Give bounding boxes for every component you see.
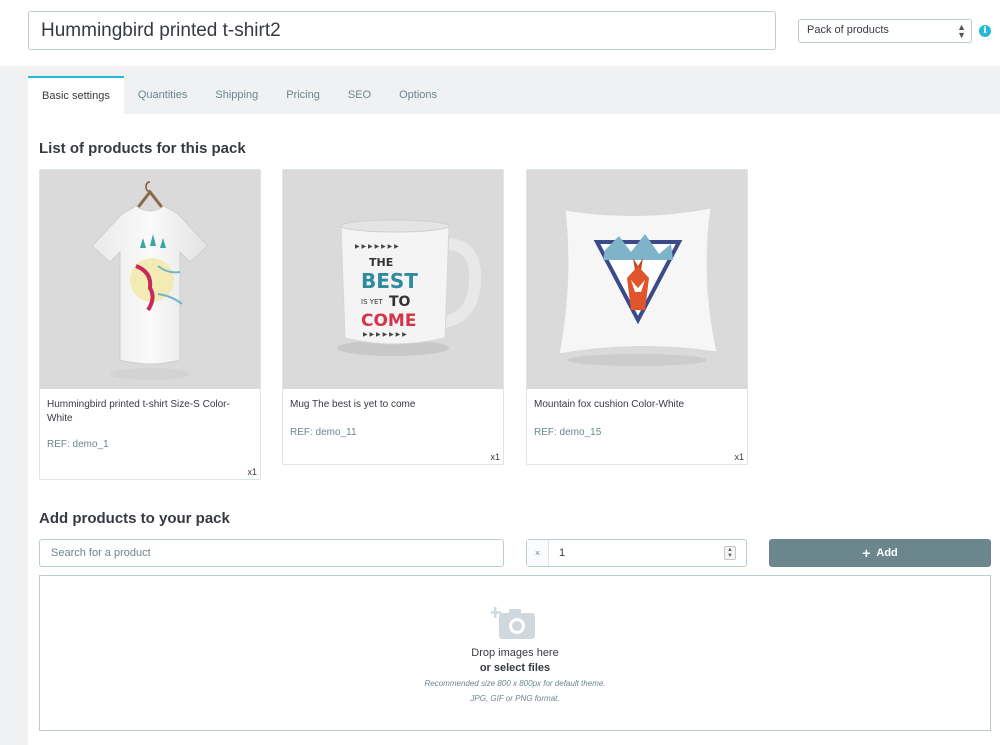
svg-text:▶ ▶ ▶ ▶ ▶ ▶ ▶: ▶ ▶ ▶ ▶ ▶ ▶ ▶: [355, 243, 399, 250]
tab-quantities[interactable]: Quantities: [124, 76, 202, 114]
quantity-stepper: × ▲▼: [526, 539, 747, 567]
dropzone-hint-size: Recommended size 800 x 800px for default…: [424, 679, 606, 688]
dropzone-title: Drop images here: [471, 647, 559, 659]
add-product-button[interactable]: + Add: [769, 539, 991, 567]
dropzone-hint-format: JPG, GIF or PNG format.: [470, 694, 560, 703]
quantity-input[interactable]: [549, 541, 724, 565]
product-ref: REF: demo_11: [290, 427, 357, 438]
product-name: Mountain fox cushion Color-White: [534, 399, 685, 410]
mug-text-come: COME: [361, 311, 416, 331]
pack-product-card[interactable]: Mountain fox cushion Color-White REF: de…: [526, 169, 748, 465]
tab-shipping[interactable]: Shipping: [201, 76, 272, 114]
select-files-link[interactable]: or select files: [40, 662, 990, 674]
product-name: Hummingbird printed t-shirt Size-S Color…: [47, 399, 230, 424]
mug-text-the: THE: [369, 256, 393, 269]
product-type-value: Pack of products: [807, 24, 889, 36]
tab-seo[interactable]: SEO: [334, 76, 385, 114]
product-tabs: Basic settings Quantities Shipping Prici…: [28, 76, 451, 114]
plus-icon: +: [862, 545, 871, 561]
product-qty: x1: [247, 467, 257, 477]
mug-text-best: BEST: [361, 269, 418, 293]
svg-text:▶ ▶ ▶ ▶ ▶ ▶ ▶: ▶ ▶ ▶ ▶ ▶ ▶ ▶: [363, 331, 407, 338]
product-ref: REF: demo_1: [47, 439, 109, 450]
tshirt-image: [40, 170, 260, 389]
product-qty: x1: [734, 452, 744, 462]
mug-image: ▶ ▶ ▶ ▶ ▶ ▶ ▶ THE BEST IS YET TO COME ▶ …: [283, 170, 503, 389]
product-type-select[interactable]: Pack of products ▲ ▼: [798, 19, 972, 43]
tab-basic-settings[interactable]: Basic settings: [28, 76, 124, 114]
product-ref: REF: demo_15: [534, 427, 602, 438]
add-products-title: Add products to your pack: [39, 510, 230, 527]
product-name-input[interactable]: [28, 11, 776, 50]
add-button-label: Add: [876, 547, 898, 559]
pack-list-title: List of products for this pack: [39, 140, 246, 157]
info-icon[interactable]: i: [979, 25, 991, 37]
cushion-image: [527, 170, 747, 389]
pack-product-card[interactable]: Hummingbird printed t-shirt Size-S Color…: [39, 169, 261, 480]
mug-text-to: TO: [389, 294, 411, 310]
product-name: Mug The best is yet to come: [290, 399, 416, 410]
times-icon: ×: [527, 540, 549, 566]
quantity-spinner[interactable]: ▲ ▼: [724, 546, 736, 560]
product-header: Pack of products ▲▼ i: [0, 0, 1000, 66]
camera-plus-icon: [491, 607, 535, 639]
mug-text-isyet: IS YET: [361, 298, 383, 306]
product-search-input[interactable]: [39, 539, 504, 567]
select-arrows-icon: ▲ ▼: [957, 22, 966, 40]
pack-product-card[interactable]: ▶ ▶ ▶ ▶ ▶ ▶ ▶ THE BEST IS YET TO COME ▶ …: [282, 169, 504, 465]
tab-options[interactable]: Options: [385, 76, 451, 114]
product-qty: x1: [490, 452, 500, 462]
tab-pricing[interactable]: Pricing: [272, 76, 334, 114]
image-dropzone[interactable]: Drop images here or select files Recomme…: [39, 575, 991, 731]
